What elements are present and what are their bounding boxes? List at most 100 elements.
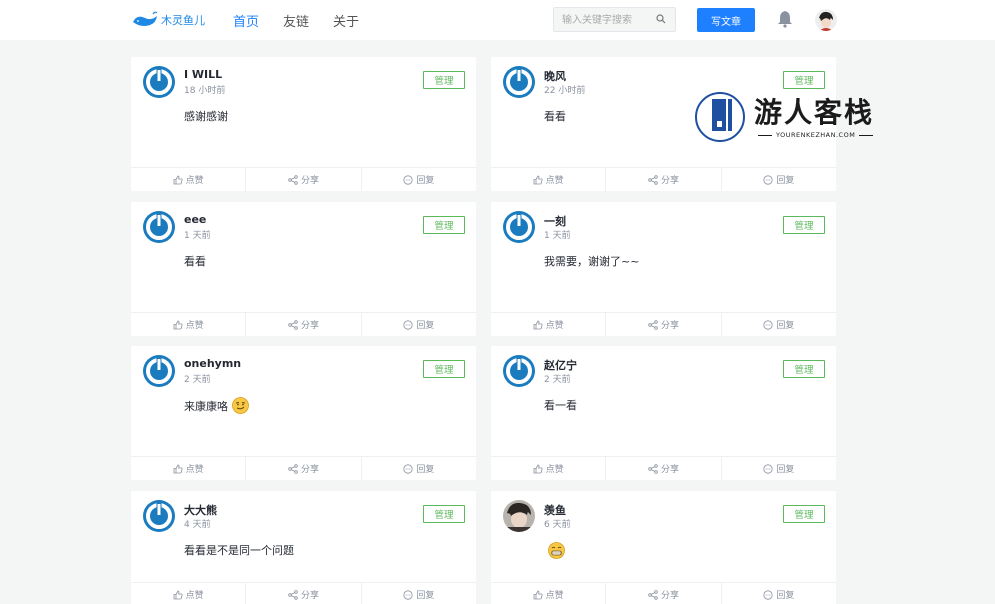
commenter-avatar[interactable] [142,499,176,533]
share-button[interactable]: 分享 [606,583,722,604]
comment-card: 大大熊 4 天前 管理 看看是不是同一个问题 点赞 分享 回复 [131,491,476,604]
write-article-button[interactable]: 写文章 [697,8,755,32]
nav-about[interactable]: 关于 [333,11,359,30]
commenter-avatar[interactable] [142,354,176,388]
comment-actions: 点赞 分享 回复 [491,456,836,480]
comment-card: onehymn 2 天前 管理 来康康咯 点赞 分享 回复 [131,346,476,480]
manage-button[interactable]: 管理 [423,71,465,89]
reply-button[interactable]: 回复 [362,457,476,480]
commenter-avatar[interactable] [502,499,536,533]
share-label: 分享 [660,176,679,186]
like-icon [533,590,543,600]
manage-button[interactable]: 管理 [423,360,465,378]
commenter-name[interactable]: I WILL [184,68,222,81]
like-label: 点赞 [545,176,564,186]
comment-actions: 点赞 分享 回复 [491,582,836,604]
commenter-name[interactable]: 大大熊 [184,502,217,518]
like-button[interactable]: 点赞 [491,313,607,336]
like-button[interactable]: 点赞 [131,168,247,191]
nav-home[interactable]: 首页 [233,11,259,30]
share-icon [288,319,298,330]
reply-button[interactable]: 回复 [722,457,836,480]
commenter-name[interactable]: 晚风 [544,68,566,84]
like-icon [533,175,543,185]
user-avatar[interactable] [815,9,837,31]
commenter-avatar[interactable] [502,354,536,388]
reply-label: 回复 [416,465,435,475]
comment-card: 羡鱼 6 天前 管理 点赞 分享 回复 [491,491,836,604]
comment-content: 看看 [544,108,566,124]
share-button[interactable]: 分享 [606,457,722,480]
comment-content: 来康康咯 [184,397,249,414]
like-button[interactable]: 点赞 [131,583,247,604]
share-label: 分享 [660,321,679,331]
manage-button[interactable]: 管理 [783,505,825,523]
commenter-name[interactable]: 一刻 [544,213,566,229]
commenter-avatar[interactable] [502,65,536,99]
like-icon [173,320,183,330]
search-input[interactable] [554,9,650,32]
search-box [553,7,676,32]
comment-actions: 点赞 分享 回复 [491,312,836,336]
share-button[interactable]: 分享 [246,168,362,191]
commenter-name[interactable]: 赵亿宁 [544,357,577,373]
comment-content: 看看 [184,253,206,269]
commenter-avatar[interactable] [502,210,536,244]
watermark-subtitle: YOURENKEZHAN.COM [754,131,877,139]
commenter-name[interactable]: onehymn [184,357,241,370]
bell-icon[interactable] [777,10,793,28]
commenter-name[interactable]: 羡鱼 [544,502,566,518]
reply-button[interactable]: 回复 [362,313,476,336]
like-icon [533,464,543,474]
comment-text: 感谢感谢 [184,110,228,123]
reply-button[interactable]: 回复 [722,168,836,191]
reply-label: 回复 [776,591,795,601]
reply-button[interactable]: 回复 [722,583,836,604]
logo-text: 木灵鱼儿 [161,14,205,27]
like-button[interactable]: 点赞 [491,457,607,480]
reply-button[interactable]: 回复 [362,168,476,191]
reply-label: 回复 [416,176,435,186]
manage-button[interactable]: 管理 [423,216,465,234]
search-icon[interactable] [656,14,666,24]
like-label: 点赞 [545,591,564,601]
manage-button[interactable]: 管理 [783,71,825,89]
share-button[interactable]: 分享 [246,313,362,336]
commenter-avatar[interactable] [142,210,176,244]
like-button[interactable]: 点赞 [131,313,247,336]
share-button[interactable]: 分享 [606,168,722,191]
reply-icon [763,463,773,474]
share-button[interactable]: 分享 [606,313,722,336]
share-icon [648,319,658,330]
reply-label: 回复 [416,591,435,601]
comment-time: 2 天前 [544,375,571,385]
manage-button[interactable]: 管理 [423,505,465,523]
site-logo[interactable]: 木灵鱼儿 [131,8,205,32]
like-button[interactable]: 点赞 [491,583,607,604]
commenter-avatar[interactable] [142,65,176,99]
comment-time: 1 天前 [184,231,211,241]
like-button[interactable]: 点赞 [491,168,607,191]
nav-links[interactable]: 友链 [283,11,309,30]
like-button[interactable]: 点赞 [131,457,247,480]
reply-icon [763,589,773,600]
commenter-name[interactable]: eee [184,213,206,226]
reply-button[interactable]: 回复 [362,583,476,604]
comment-card: 一刻 1 天前 管理 我需要，谢谢了~~ 点赞 分享 回复 [491,202,836,336]
manage-button[interactable]: 管理 [783,360,825,378]
share-label: 分享 [660,591,679,601]
manage-button[interactable]: 管理 [783,216,825,234]
share-icon [648,174,658,185]
share-label: 分享 [300,465,319,475]
reply-button[interactable]: 回复 [722,313,836,336]
reply-label: 回复 [776,465,795,475]
like-label: 点赞 [545,465,564,475]
share-button[interactable]: 分享 [246,457,362,480]
like-icon [173,464,183,474]
reply-label: 回复 [416,321,435,331]
share-icon [288,463,298,474]
comment-time: 22 小时前 [544,86,586,96]
share-icon [288,174,298,185]
top-header: 木灵鱼儿 首页 友链 关于 写文章 [0,0,995,40]
share-button[interactable]: 分享 [246,583,362,604]
